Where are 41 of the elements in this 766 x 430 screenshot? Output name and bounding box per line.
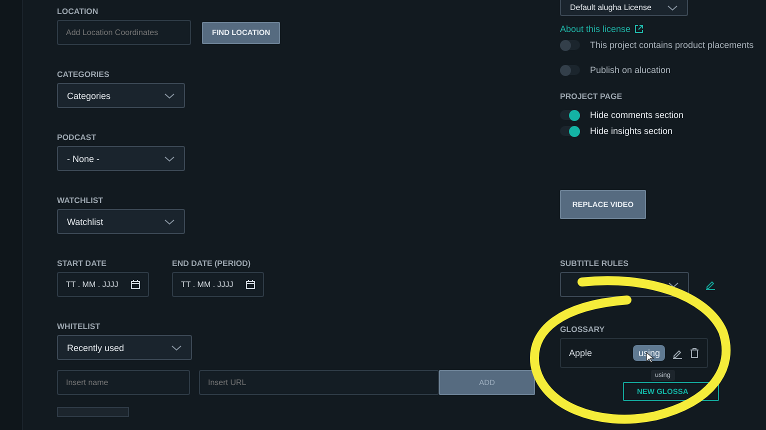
chevron-down-icon [171, 344, 182, 350]
field-label: START DATE [57, 259, 106, 268]
toggle-label: Hide comments section [590, 110, 684, 120]
chevron-down-icon [164, 92, 175, 98]
dropdown[interactable]: Categories [57, 83, 185, 108]
url-input[interactable]: Insert URL [199, 370, 439, 395]
field-label: PODCAST [57, 133, 96, 142]
calendar-icon [131, 280, 140, 289]
date-field[interactable]: TT . MM . JJJJ [172, 272, 264, 297]
toggle-switch[interactable] [560, 126, 580, 136]
chevron-down-icon [667, 4, 678, 10]
about-license-link[interactable]: About this license [560, 24, 766, 34]
toggle-label: Hide insights section [590, 126, 673, 136]
toggle-switch[interactable] [560, 40, 580, 50]
trash-icon[interactable] [690, 348, 699, 358]
field-label: WATCHLIST [57, 196, 104, 205]
section-label: PROJECT PAGE [560, 92, 624, 101]
pencil-icon[interactable] [672, 348, 683, 358]
field-label: WHITELIST [57, 322, 100, 331]
date-field[interactable]: TT . MM . JJJJ [57, 272, 149, 297]
field-label: SUBTITLE RULES [560, 259, 630, 268]
toggle-label: Publish on alucation [590, 65, 671, 75]
external-link-icon [634, 25, 643, 33]
name-input[interactable]: Insert name [57, 370, 190, 395]
field-label: CATEGORIES [57, 70, 110, 79]
pencil-icon[interactable] [705, 279, 716, 290]
location-input[interactable]: Add Location Coordinates [57, 20, 191, 45]
toggle-switch[interactable] [560, 65, 580, 75]
chevron-down-icon [164, 156, 175, 162]
dropdown[interactable]: Watchlist [57, 209, 185, 234]
toggle-switch[interactable] [560, 110, 580, 120]
field-label: GLOSSARY [560, 325, 606, 334]
field-label: END DATE (PERIOD) [172, 259, 251, 268]
license-dropdown[interactable]: Default alugha License [560, 0, 688, 16]
dropdown[interactable]: - None - [57, 146, 185, 171]
field-label: LOCATION [57, 7, 98, 16]
toggle-label: This project contains product placements [590, 40, 754, 50]
calendar-icon [246, 280, 255, 289]
chevron-down-icon [164, 218, 175, 224]
dropdown[interactable]: Recently used [57, 335, 192, 360]
chevron-down-icon [668, 282, 679, 288]
